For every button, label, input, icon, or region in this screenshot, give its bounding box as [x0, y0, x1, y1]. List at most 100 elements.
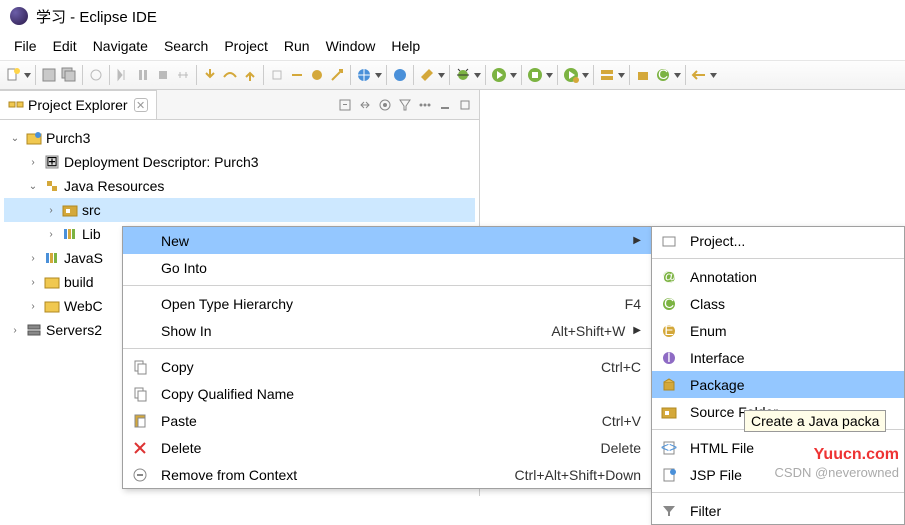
submenu-item-filter[interactable]: Filter: [652, 497, 904, 524]
coverage-button[interactable]: [526, 66, 544, 84]
menu-item-remove-context[interactable]: Remove from ContextCtrl+Alt+Shift+Down: [123, 461, 651, 488]
debug-button[interactable]: [454, 66, 472, 84]
focus-icon[interactable]: [377, 97, 393, 113]
menu-item-delete[interactable]: DeleteDelete: [123, 434, 651, 461]
tree-node-src[interactable]: ›src: [4, 198, 475, 222]
svg-text:I: I: [667, 350, 671, 365]
pane-header: Project Explorer ✕: [0, 90, 479, 120]
submenu-item-package[interactable]: Package: [652, 371, 904, 398]
tree-node-java-resources[interactable]: ⌄Java Resources: [4, 174, 475, 198]
save-button[interactable]: [40, 66, 58, 84]
tree-node-deployment[interactable]: ›⊞Deployment Descriptor: Purch3: [4, 150, 475, 174]
new-class-button[interactable]: C: [654, 66, 672, 84]
new-button[interactable]: [4, 66, 22, 84]
menu-window[interactable]: Window: [320, 36, 382, 56]
library-icon: [44, 250, 60, 266]
menu-file[interactable]: File: [8, 36, 43, 56]
maximize-icon[interactable]: [457, 97, 473, 113]
dropdown-arrow-icon[interactable]: [510, 72, 517, 79]
menu-project[interactable]: Project: [218, 36, 274, 56]
watermark: Yuucn.com: [814, 446, 899, 464]
stop-icon[interactable]: [154, 66, 172, 84]
deployment-icon: ⊞: [44, 154, 60, 170]
folder-icon: [44, 274, 60, 290]
eclipse-logo-icon: [10, 7, 28, 25]
wizard-icon[interactable]: [418, 66, 436, 84]
tool-button[interactable]: [328, 66, 346, 84]
disconnect-icon[interactable]: [174, 66, 192, 84]
save-all-button[interactable]: [60, 66, 78, 84]
expand-icon[interactable]: ›: [44, 229, 58, 240]
step-over-icon[interactable]: [221, 66, 239, 84]
submenu-item-enum[interactable]: EEnum: [652, 317, 904, 344]
menu-item-go-into[interactable]: Go Into: [123, 254, 651, 281]
view-menu-icon[interactable]: [417, 97, 433, 113]
dropdown-arrow-icon[interactable]: [618, 72, 625, 79]
new-server-button[interactable]: [598, 66, 616, 84]
navigator-icon: [8, 97, 24, 113]
expand-icon[interactable]: ›: [26, 277, 40, 288]
svg-text:<>: <>: [661, 440, 677, 455]
servers-icon: [26, 322, 42, 338]
submenu-item-interface[interactable]: IInterface: [652, 344, 904, 371]
run-button[interactable]: [490, 66, 508, 84]
expand-icon[interactable]: ⌄: [26, 181, 40, 192]
close-tab-icon[interactable]: ✕: [134, 98, 148, 112]
submenu-item-class[interactable]: CClass: [652, 290, 904, 317]
run-server-button[interactable]: [562, 66, 580, 84]
drop-frame-icon[interactable]: [268, 66, 286, 84]
expand-icon[interactable]: ›: [26, 301, 40, 312]
interface-icon: I: [658, 350, 680, 366]
browser-icon[interactable]: [355, 66, 373, 84]
step-into-icon[interactable]: [201, 66, 219, 84]
paste-icon: [129, 413, 151, 429]
collapse-all-icon[interactable]: [337, 97, 353, 113]
menu-item-copy[interactable]: CopyCtrl+C: [123, 353, 651, 380]
new-package-button[interactable]: [634, 66, 652, 84]
expand-icon[interactable]: ›: [26, 253, 40, 264]
expand-icon[interactable]: ›: [26, 157, 40, 168]
minimize-icon[interactable]: [437, 97, 453, 113]
package-icon: [658, 377, 680, 393]
resume-icon[interactable]: [114, 66, 132, 84]
globe-icon[interactable]: [391, 66, 409, 84]
dropdown-arrow-icon[interactable]: [582, 72, 589, 79]
link-editor-icon[interactable]: [357, 97, 373, 113]
dropdown-arrow-icon[interactable]: [710, 72, 717, 79]
step-return-icon[interactable]: [241, 66, 259, 84]
menu-navigate[interactable]: Navigate: [87, 36, 154, 56]
pause-icon[interactable]: [134, 66, 152, 84]
submenu-arrow-icon: ▶: [633, 325, 641, 336]
menu-item-new[interactable]: New▶: [123, 227, 651, 254]
dropdown-arrow-icon[interactable]: [474, 72, 481, 79]
tool-button[interactable]: [87, 66, 105, 84]
copy-qualified-icon: [129, 386, 151, 402]
dropdown-arrow-icon[interactable]: [546, 72, 553, 79]
menu-edit[interactable]: Edit: [47, 36, 83, 56]
submenu-item-project[interactable]: Project...: [652, 227, 904, 254]
dropdown-arrow-icon[interactable]: [438, 72, 445, 79]
menu-search[interactable]: Search: [158, 36, 214, 56]
dropdown-arrow-icon[interactable]: [674, 72, 681, 79]
expand-icon[interactable]: ›: [44, 205, 58, 216]
menu-item-open-type-hierarchy[interactable]: Open Type HierarchyF4: [123, 290, 651, 317]
submenu-item-annotation[interactable]: @Annotation: [652, 263, 904, 290]
java-resources-icon: [44, 178, 60, 194]
expand-icon[interactable]: ›: [8, 325, 22, 336]
menu-item-paste[interactable]: PasteCtrl+V: [123, 407, 651, 434]
tree-node-project[interactable]: ⌄Purch3: [4, 126, 475, 150]
menu-help[interactable]: Help: [385, 36, 426, 56]
menu-item-copy-qualified-name[interactable]: Copy Qualified Name: [123, 380, 651, 407]
expand-icon[interactable]: ⌄: [8, 133, 22, 144]
svg-text:C: C: [658, 67, 668, 82]
tool-button[interactable]: [308, 66, 326, 84]
filter-icon[interactable]: [397, 97, 413, 113]
tool-button[interactable]: [690, 66, 708, 84]
menu-item-show-in[interactable]: Show InAlt+Shift+W▶: [123, 317, 651, 344]
menu-run[interactable]: Run: [278, 36, 316, 56]
dropdown-arrow-icon[interactable]: [24, 72, 31, 79]
dropdown-arrow-icon[interactable]: [375, 72, 382, 79]
project-explorer-tab[interactable]: Project Explorer ✕: [0, 90, 157, 119]
copy-icon: [129, 359, 151, 375]
tool-button[interactable]: [288, 66, 306, 84]
